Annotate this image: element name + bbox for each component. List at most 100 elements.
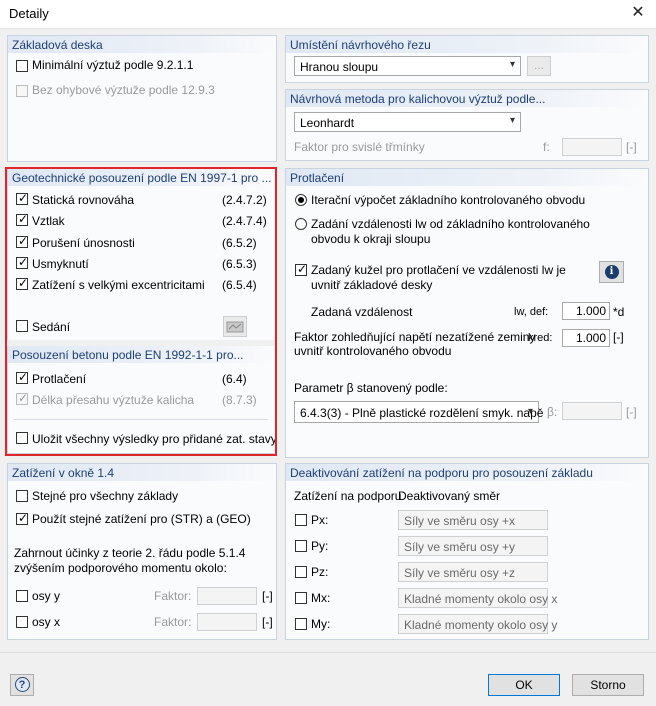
checkmark-icon: ✓ [18,511,29,525]
zadani-vzdalenosti-label-2: obvodu k okraji sloupu [311,232,431,246]
kred-unit: [-] [613,330,624,344]
parametr-beta-label: Parametr β stanovený podle: [294,381,448,395]
group-protlaceni: Protlačení Iterační výpočet základního k… [285,168,649,458]
faktor-svisle-label: Faktor pro svislé třmínky [294,140,425,154]
stejne-checkbox[interactable] [16,490,28,502]
group-header: Deaktivování zatížení na podporu pro pos… [290,466,593,480]
faktor-y-unit: [-] [262,589,273,603]
bez-ohybove-label: Bez ohybové výztuže podle 12.9.3 [32,83,215,97]
group-header: Protlačení [290,171,345,185]
pouzit-label: Použít stejné zatížení pro (STR) a (GEO) [32,512,251,526]
px-select[interactable]: Síly ve směru osy +x [398,510,548,530]
mx-select[interactable]: Kladné momenty okolo osy x [398,588,557,608]
kuzel-label-1: Zadaný kužel pro protlačení ve vzdálenos… [311,263,566,277]
beta-input[interactable] [562,402,622,420]
iteracni-label: Iterační výpočet základního kontrolované… [311,193,586,207]
faktor-x-unit: [-] [262,615,273,629]
kuzel-label-2: uvnitř základové desky [311,278,433,292]
py-direction: Síly ve směru osy +y [404,540,516,554]
zadani-vzdalenosti-label-1: Zadání vzdálenosti lw od základního kont… [311,217,590,231]
beta-unit: [-] [626,405,637,419]
mx-checkbox[interactable] [295,592,307,604]
kuzel-checkbox[interactable]: ✓ [295,262,308,276]
beta-value: 6.4.3(3) - Plně plastické rozdělení smyk… [300,406,544,420]
my-select[interactable]: Kladné momenty okolo osy y [398,614,557,634]
deaktivovany-smer-header: Deaktivovaný směr [398,489,501,503]
pz-label: Pz: [311,565,329,579]
zadani-vzdalenosti-radio[interactable] [295,218,307,230]
pz-checkbox[interactable] [295,566,307,578]
chevron-down-icon: ▾ [509,115,515,126]
zahrnout-text: Zahrnout účinky z teorie 2. řádu podle 5… [14,546,246,575]
osy-y-checkbox[interactable] [16,590,28,602]
px-checkbox[interactable] [295,514,307,526]
umisteni-value: Hranou sloupu [300,60,379,74]
bez-ohybove-checkbox [16,85,28,97]
footer-divider [0,652,656,653]
title-bar [0,0,656,29]
px-direction: Síly ve směru osy +x [404,514,516,528]
group-zatizeni-okno: Zatížení v okně 1.4 Stejné pro všechny z… [7,463,277,640]
lw-def-symbol: lw, def: [514,306,549,318]
lw-def-unit: *d [613,305,625,319]
minimalni-vyztuz-checkbox[interactable] [16,60,28,72]
kred-input[interactable]: 1.000 [562,329,610,347]
pouzit-checkbox[interactable]: ✓ [16,511,29,525]
faktor-zeminy-label-1: Faktor zohledňující napětí nezatížené ze… [294,330,536,344]
info-button[interactable]: i [599,261,624,283]
stejne-label: Stejné pro všechny základy [32,489,179,503]
group-header: Základová deska [12,38,103,52]
beta-select[interactable]: 6.4.3(3) - Plně plastické rozdělení smyk… [294,401,543,423]
iteracni-radio[interactable] [295,194,307,206]
py-label: Py: [311,539,329,553]
checkmark-icon: ✓ [297,262,308,276]
chevron-down-icon: ▾ [527,406,533,417]
umisteni-select[interactable]: Hranou sloupu ▾ [294,56,521,76]
help-button[interactable]: ? [10,674,34,696]
chevron-down-icon: ▾ [509,59,515,70]
group-umisteni: Umístění návrhového řezu Hranou sloupu ▾… [285,35,649,83]
beta-symbol: β: [547,405,558,419]
mx-label: Mx: [311,591,331,605]
kred-symbol: kred: [528,332,553,344]
pz-direction: Síly ve směru osy +z [404,566,516,580]
mx-direction: Kladné momenty okolo osy x [404,592,558,606]
minimalni-vyztuz-label: Minimální výztuž podle 9.2.1.1 [32,58,194,72]
my-label: My: [311,617,331,631]
metoda-value: Leonhardt [300,116,355,130]
info-icon: i [604,265,619,279]
py-select[interactable]: Síly ve směru osy +y [398,536,548,556]
group-header: Zatížení v okně 1.4 [12,466,115,480]
faktor-y-label: Faktor: [154,589,192,603]
faktor-x-label: Faktor: [154,615,192,629]
group-header: Návrhová metoda pro kalichovou výztuž po… [290,92,546,106]
faktor-svisle-input[interactable] [562,138,622,156]
close-icon[interactable]: ✕ [626,2,650,24]
highlight-frame [5,167,277,456]
window-title: Detaily [9,6,49,21]
group-zakladova-deska: Základová deska Minimální výztuž podle 9… [7,35,277,162]
faktor-x-input[interactable] [197,613,257,631]
my-checkbox[interactable] [295,618,307,630]
osy-x-label: osy x [32,615,61,629]
help-icon: ? [14,677,30,692]
faktor-svisle-unit: [-] [626,140,637,154]
umisteni-more-button[interactable]: ... [527,56,551,76]
ok-button[interactable]: OK [488,674,560,696]
zadana-vzdalenost-label: Zadaná vzdálenost [311,305,413,319]
faktor-zeminy-label-2: uvnitř kontrolovaného obvodu [294,344,452,358]
metoda-select[interactable]: Leonhardt ▾ [294,112,521,132]
faktor-y-input[interactable] [197,587,257,605]
pz-select[interactable]: Síly ve směru osy +z [398,562,548,582]
group-header: Umístění návrhového řezu [290,38,431,52]
f-symbol: f: [543,140,550,154]
py-checkbox[interactable] [295,540,307,552]
storno-button[interactable]: Storno [572,674,644,696]
group-deaktivovani: Deaktivování zatížení na podporu pro pos… [285,463,649,640]
group-navrhova-metoda: Návrhová metoda pro kalichovou výztuž po… [285,89,649,161]
osy-x-checkbox[interactable] [16,616,28,628]
lw-def-input[interactable]: 1.000 [562,302,610,320]
osy-y-label: osy y [32,589,61,603]
my-direction: Kladné momenty okolo osy y [404,618,558,632]
zatizeni-na-podporu-header: Zatížení na podporu [294,489,402,503]
